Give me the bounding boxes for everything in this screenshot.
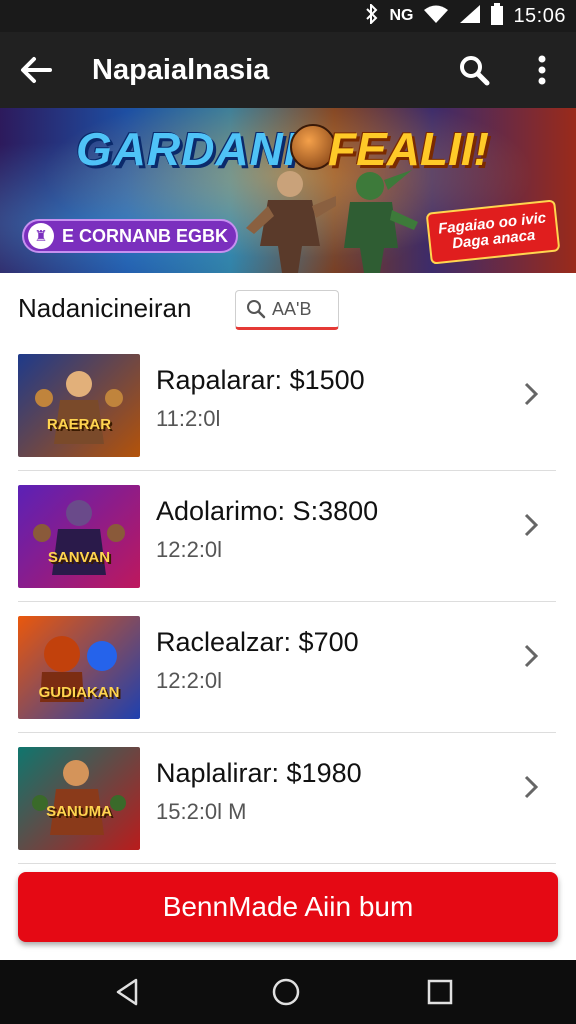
game-art-icon	[35, 371, 123, 444]
thumbnail: GUDIAKAN	[18, 616, 140, 719]
search-icon	[247, 300, 266, 319]
more-vert-icon	[538, 55, 546, 85]
battery-icon	[491, 2, 504, 30]
chevron-right-icon	[524, 513, 539, 537]
promo-label: E CORNANB EGBK	[62, 225, 229, 246]
item-title: Raclealzar: $700	[156, 627, 359, 657]
divider	[18, 863, 556, 864]
list-item[interactable]: SANUMA Naplalirar: $1980 15:2:0l M	[0, 733, 576, 864]
search-icon	[460, 56, 490, 86]
thumbnail: RAERAR	[18, 354, 140, 457]
chevron-right-icon	[524, 382, 539, 406]
item-title: Naplalirar: $1980	[156, 758, 362, 788]
status-time: 15:06	[513, 4, 566, 27]
wifi-icon	[423, 4, 449, 29]
more-options-button[interactable]	[520, 48, 564, 92]
status-bar: NG 15:06	[0, 0, 576, 32]
search-button[interactable]	[452, 48, 496, 92]
game-art-icon	[33, 500, 125, 575]
thumbnail: SANVAN	[18, 485, 140, 588]
game-art-icon	[40, 636, 117, 702]
list-item[interactable]: GUDIAKAN Raclealzar: $700 12:2:0l	[0, 602, 576, 733]
section-search-chip[interactable]: AA'B	[235, 290, 339, 330]
nav-home-icon[interactable]	[268, 974, 304, 1010]
promo-chip[interactable]: ♜ E CORNANB EGBK	[22, 219, 238, 253]
thumbnail-label: RAERAR	[46, 416, 112, 433]
search-chip-label: AA'B	[272, 298, 312, 319]
game-art-icon	[32, 760, 126, 835]
status-icons: NG 15:06	[365, 0, 566, 32]
item-time: 11:2:0l	[156, 406, 221, 431]
thumbnail-label: SANVAN	[47, 549, 111, 566]
thumbnail-label: SANUMA	[46, 803, 112, 820]
item-title: Rapalarar: $1500	[156, 365, 365, 395]
warrior-figure-icon	[246, 171, 336, 273]
chevron-right-icon	[524, 775, 539, 799]
thumbnail: SANUMA	[18, 747, 140, 850]
network-label: NG	[389, 7, 414, 24]
nav-recents-icon[interactable]	[422, 974, 458, 1010]
goblin-figure-icon	[344, 170, 418, 273]
bluetooth-icon	[365, 2, 379, 29]
page-title: Napaialnasia	[92, 54, 270, 86]
signal-icon	[459, 4, 481, 29]
chevron-right-icon	[524, 644, 539, 668]
nav-back-icon[interactable]	[110, 974, 146, 1010]
primary-action-button[interactable]: BennMade Aiin bum	[18, 872, 558, 942]
back-button[interactable]	[14, 48, 58, 92]
item-title: Adolarimo: S:3800	[156, 496, 379, 526]
promo-logo-icon: ♜	[28, 223, 54, 249]
item-time: 15:2:0l M	[156, 799, 247, 824]
arrow-left-icon	[21, 57, 52, 83]
list-item[interactable]: SANVAN Adolarimo: S:3800 12:2:0l	[0, 471, 576, 602]
system-nav-bar	[0, 960, 576, 1024]
item-time: 12:2:0l	[156, 668, 223, 693]
item-time: 12:2:0l	[156, 537, 223, 562]
list-item[interactable]: RAERAR Rapalarar: $1500 11:2:0l	[0, 340, 576, 471]
app-bar: Napaialnasia	[0, 32, 576, 108]
thumbnail-label: GUDIAKAN	[38, 684, 120, 701]
section-title: Nadanicineiran	[18, 293, 192, 323]
